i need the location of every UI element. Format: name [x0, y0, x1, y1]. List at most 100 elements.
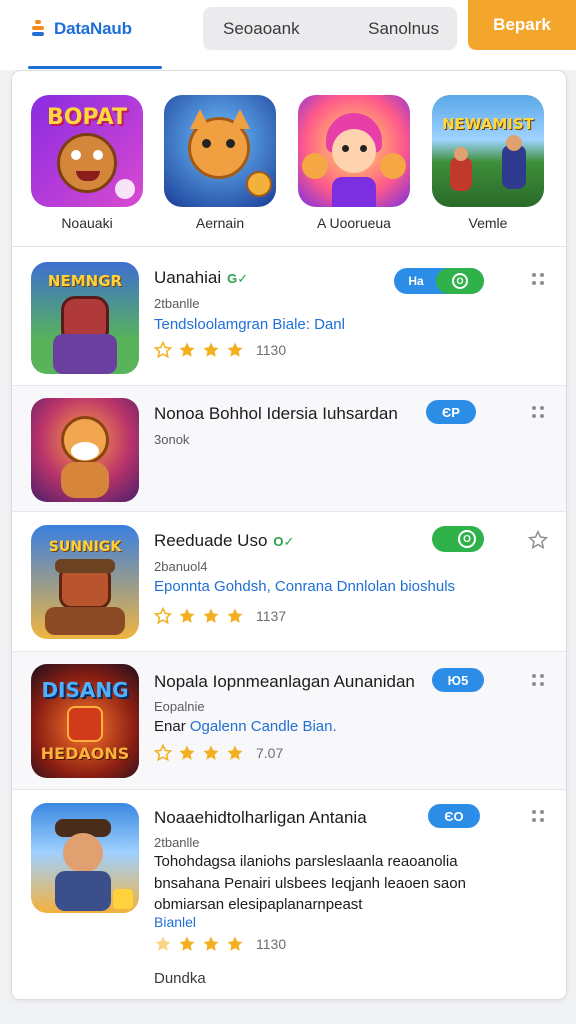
app-art-title: DISANG: [41, 678, 129, 702]
drag-handle-icon[interactable]: [532, 674, 546, 688]
footer-label[interactable]: Dundka: [154, 970, 206, 987]
action-chip[interactable]: ЄО: [428, 804, 480, 828]
list-item[interactable]: NEMNGR Uanahiai G✓ 2tbanlle Tendsloolamgr…: [12, 248, 566, 386]
featured-label: Noauaki: [61, 215, 113, 231]
action-chip[interactable]: Ю5: [432, 668, 484, 692]
star-icon: [227, 936, 243, 951]
app-description-line: obmiarsan elesipaplanarnpeast: [154, 896, 363, 913]
app-subtitle: 2banuol4: [154, 559, 208, 574]
app-title[interactable]: Uanahiai G✓: [154, 268, 248, 288]
featured-app-icon: NEWAMIST: [432, 95, 544, 207]
top-bar: DataNaub Seoaoank Sanolnus Bepark: [0, 0, 576, 70]
featured-app-icon: BOPAT: [31, 95, 143, 207]
half-star-icon: [154, 607, 172, 625]
app-description-line: bnsahana Penairi ulsbees Ieqjanh leaoen …: [154, 875, 466, 892]
app-art-subtitle: HEDAONS: [40, 744, 130, 763]
toggle-knob-icon: O: [458, 530, 476, 548]
app-icon: SUNNIGK: [31, 525, 139, 639]
install-toggle[interactable]: Ha O: [394, 268, 484, 294]
app-art-title: SUNNIGK: [48, 539, 122, 555]
toggle-knob-icon: O: [452, 273, 468, 289]
featured-item[interactable]: BOPAT Noauaki: [31, 95, 143, 231]
app-subtitle: 2tbanlle: [154, 296, 200, 311]
featured-item[interactable]: A Uoorueua: [298, 95, 410, 231]
star-icon: [203, 745, 219, 760]
rating: 1137: [154, 607, 286, 625]
app-title-text: Reeduade Uso: [154, 531, 268, 550]
featured-item[interactable]: NEWAMIST Vemle: [432, 95, 544, 231]
drag-handle-icon[interactable]: [532, 273, 546, 287]
app-subtitle: Eopalnie: [154, 699, 205, 714]
rating-value: 1130: [256, 936, 287, 952]
app-icon: NEMNGR: [31, 262, 139, 374]
star-icon: [203, 936, 219, 951]
star-icon: [227, 342, 243, 357]
cta-button[interactable]: Bepark: [468, 0, 576, 50]
rating-value: 1137: [256, 608, 287, 624]
featured-label: A Uoorueua: [317, 215, 391, 231]
drag-handle-icon[interactable]: [532, 810, 546, 824]
app-title-text: Uanahiai: [154, 268, 222, 287]
app-icon: [31, 398, 139, 502]
star-icon: [179, 936, 195, 951]
drag-handle-icon[interactable]: [532, 406, 546, 420]
rating: 7.07: [154, 744, 283, 762]
app-title[interactable]: Noaaehidtolharligan Antania: [154, 808, 367, 828]
toggle-label: Ha: [408, 274, 424, 288]
star-icon: [203, 608, 219, 623]
star-icon: [179, 745, 195, 760]
search-bar[interactable]: Seoaoank Sanolnus: [203, 7, 457, 50]
app-icon: DISANG HEDAONS: [31, 664, 139, 778]
active-tab-indicator: [28, 66, 162, 69]
desc-link[interactable]: Ogalenn Candle Bian.: [190, 718, 337, 735]
featured-art-title: BOPAT: [47, 105, 127, 130]
list-item[interactable]: Nonoa Bohhol Idersia Iuhsardan 3onok ЄР: [12, 386, 566, 512]
app-icon: [31, 803, 139, 913]
half-star-icon: [154, 341, 172, 359]
app-art-title: NEMNGR: [47, 272, 123, 290]
half-star-icon: [155, 936, 171, 951]
featured-label: Vemle: [468, 215, 508, 231]
app-subtitle: 3onok: [154, 432, 190, 447]
star-icon: [203, 342, 219, 357]
star-icon: [179, 342, 195, 357]
featured-art-title: NEWAMIST: [442, 115, 534, 133]
verified-badge: G✓: [227, 271, 249, 286]
brand-label: DataNaub: [54, 19, 132, 38]
featured-app-icon: [164, 95, 276, 207]
star-icon: [227, 608, 243, 623]
featured-app-icon: [298, 95, 410, 207]
app-title[interactable]: Nopala Iopnmeanlagan Aunanidan: [154, 672, 415, 692]
rating: 1130: [154, 935, 286, 953]
star-outline-icon[interactable]: [528, 530, 548, 550]
featured-label: Aernain: [195, 215, 245, 231]
app-description: Eponnta Gohdsh, Conrana Dnnlolan bioshul…: [154, 578, 456, 595]
list-item[interactable]: DISANG HEDAONS Nopala Iopnmeanlagan Auna…: [12, 652, 566, 790]
featured-item[interactable]: Aernain: [164, 95, 276, 231]
app-list-card: BOPAT Noauaki Aernain A Uoorueua NEWAMIS…: [12, 71, 566, 999]
rating-value: 1130: [256, 342, 287, 358]
half-star-icon: [154, 744, 172, 762]
search-left-label: Seoaoank: [223, 18, 300, 38]
brand-logo[interactable]: DataNaub: [28, 16, 132, 42]
star-icon: [179, 608, 195, 623]
star-icon: [227, 745, 243, 760]
rating: 1130: [154, 341, 286, 359]
app-title[interactable]: Reeduade Uso O✓: [154, 531, 294, 551]
app-title[interactable]: Nonoa Bohhol Idersia Iuhsardan: [154, 404, 398, 424]
featured-row: BOPAT Noauaki Aernain A Uoorueua NEWAMIS…: [12, 71, 566, 247]
list-item[interactable]: Noaaehidtolharligan Antania 2tbanlle Toh…: [12, 790, 566, 999]
app-description: Enar Ogalenn Candle Bian.: [154, 718, 337, 735]
search-right-label: Sanolnus: [368, 18, 439, 38]
app-description: Tendsloolamgran Biale: Danl: [154, 316, 345, 333]
desc-prefix: Enar: [154, 718, 186, 735]
list-item[interactable]: SUNNIGK Reeduade Uso O✓ 2banuol4 Eponnta …: [12, 512, 566, 652]
rating-value: 7.07: [256, 745, 284, 761]
app-description-line: Tohohdagsa ilaniohs parsleslaanla reaoan…: [154, 853, 458, 870]
app-description-link[interactable]: Bianlel: [154, 914, 196, 930]
app-logo-icon: [28, 19, 48, 39]
app-subtitle: 2tbanlle: [154, 835, 200, 850]
action-chip[interactable]: ЄР: [426, 400, 476, 424]
verified-badge: O✓: [273, 534, 295, 549]
install-toggle[interactable]: O: [432, 526, 484, 552]
